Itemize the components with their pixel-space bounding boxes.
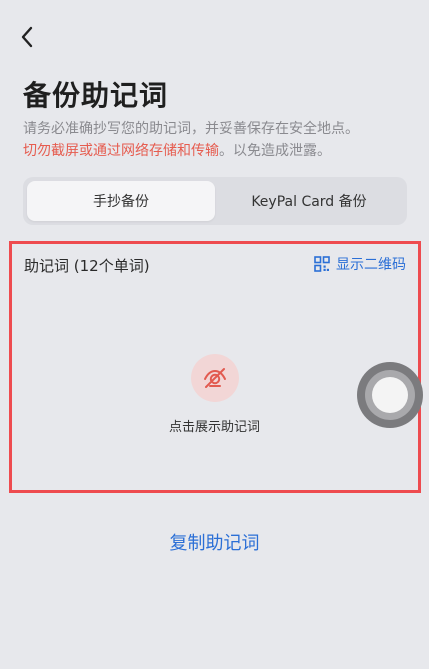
page-title: 备份助记词	[23, 79, 169, 112]
assistive-touch-ring	[365, 370, 415, 420]
backup-mnemonic-screen: 备份助记词 请务必准确抄写您的助记词，并妥善保存在安全地点。 切勿截屏或通过网络…	[0, 0, 429, 669]
eye-off-icon	[190, 354, 239, 402]
copy-mnemonic-button[interactable]: 复制助记词	[0, 529, 429, 555]
back-button[interactable]	[12, 22, 42, 52]
assistive-touch-core	[372, 377, 408, 413]
description-tail: 。以免造成泄露。	[219, 143, 331, 159]
assistive-touch-button[interactable]	[357, 362, 423, 428]
show-qr-label: 显示二维码	[336, 257, 406, 273]
chevron-left-icon	[21, 26, 33, 48]
show-qr-button[interactable]: 显示二维码	[314, 254, 406, 274]
tab-keypal-card-backup[interactable]: KeyPal Card 备份	[215, 181, 403, 221]
backup-method-tabs: 手抄备份 KeyPal Card 备份	[23, 177, 407, 225]
qr-code-icon	[314, 256, 330, 272]
warning-text: 切勿截屏或通过网络存储和传输	[23, 143, 219, 159]
description-text: 请务必准确抄写您的助记词，并妥善保存在安全地点。 切勿截屏或通过网络存储和传输。…	[23, 118, 413, 162]
tab-handwritten-backup[interactable]: 手抄备份	[27, 181, 215, 221]
mnemonic-label: 助记词 (12个单词)	[24, 257, 150, 275]
reveal-mnemonic-label: 点击展示助记词	[168, 420, 260, 435]
description-line: 请务必准确抄写您的助记词，并妥善保存在安全地点。	[23, 121, 359, 137]
